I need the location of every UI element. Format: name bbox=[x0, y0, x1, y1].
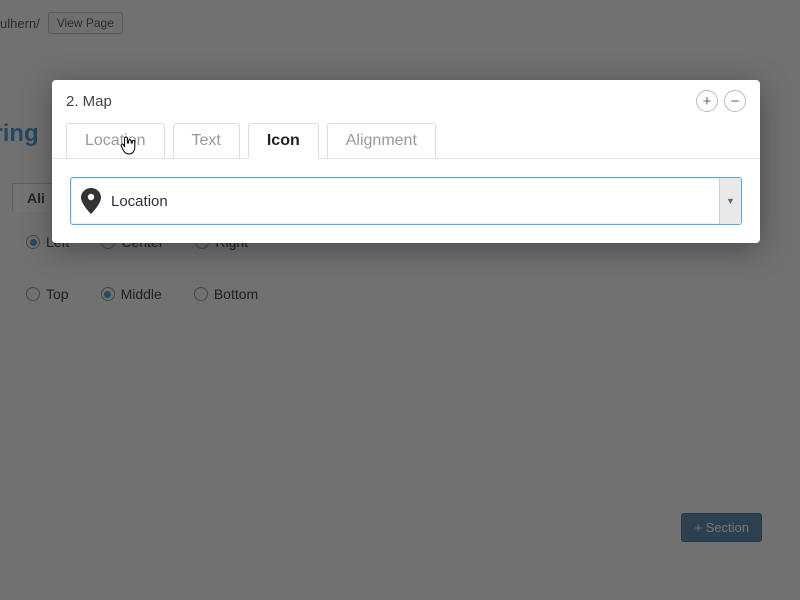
icon-select-value: Location bbox=[111, 193, 719, 210]
map-settings-modal: 2. Map + − Location Text Icon Alignment … bbox=[52, 80, 760, 243]
tab-icon[interactable]: Icon bbox=[248, 123, 319, 159]
modal-controls: + − bbox=[696, 90, 746, 112]
modal-title: 2. Map bbox=[66, 93, 112, 110]
tab-text[interactable]: Text bbox=[173, 123, 240, 159]
modal-add-button[interactable]: + bbox=[696, 90, 718, 112]
tab-location[interactable]: Location bbox=[66, 123, 165, 159]
modal-header: 2. Map + − bbox=[52, 80, 760, 112]
tab-alignment[interactable]: Alignment bbox=[327, 123, 436, 159]
icon-select[interactable]: Location ▼ bbox=[70, 177, 742, 225]
modal-remove-button[interactable]: − bbox=[724, 90, 746, 112]
chevron-down-icon[interactable]: ▼ bbox=[719, 178, 741, 224]
modal-body: Location ▼ bbox=[52, 159, 760, 243]
modal-tabs: Location Text Icon Alignment bbox=[52, 112, 760, 159]
map-pin-icon bbox=[71, 188, 111, 214]
